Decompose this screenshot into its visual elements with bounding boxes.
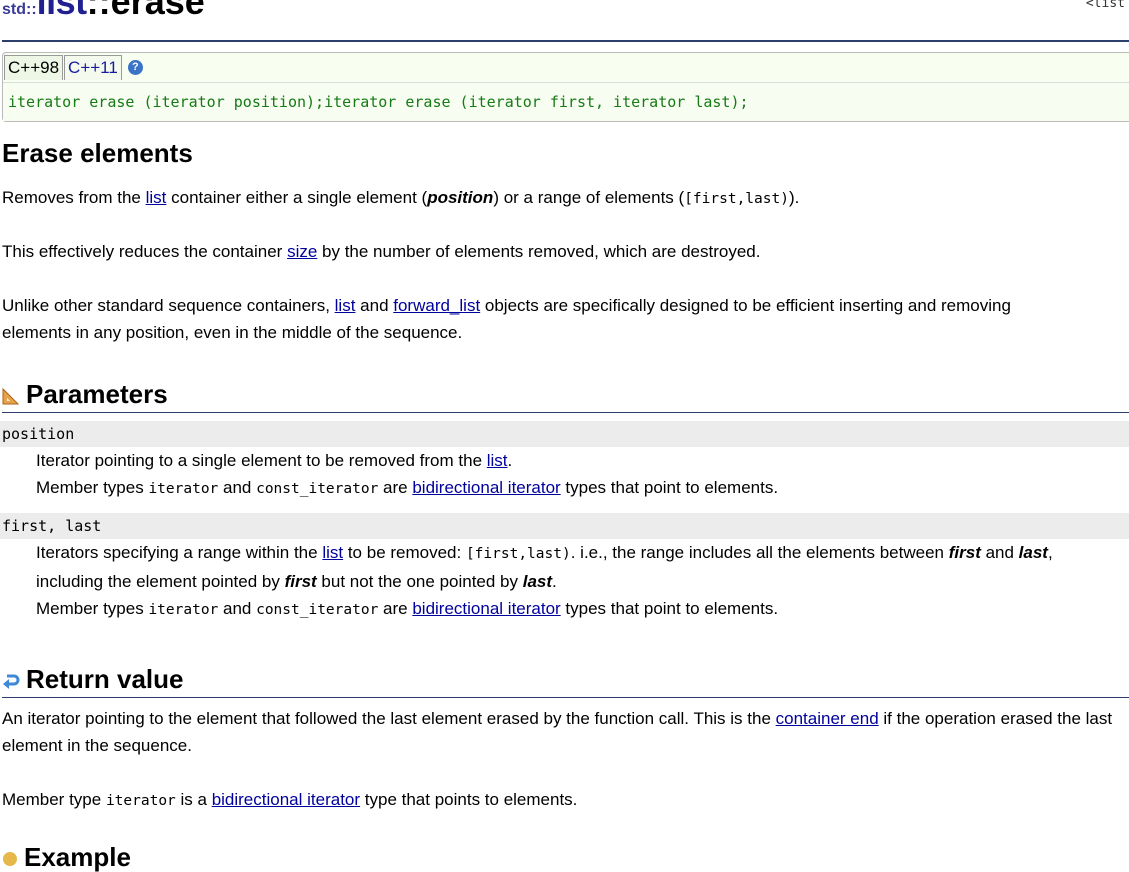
return-arrow-icon [3,674,20,689]
return-value-paragraph-2: Member type iterator is a bidirectional … [2,790,578,809]
description-paragraph-3: Unlike other standard sequence container… [2,296,1011,342]
title-divider [2,40,1129,42]
size-link[interactable]: size [287,242,317,261]
tab-cpp98[interactable]: C++98 [4,54,64,80]
tab-cpp11[interactable]: C++11 [64,54,122,80]
description-heading: Erase elements [2,138,193,168]
param-name-first-last: first, last [0,513,1129,539]
ruler-icon [2,387,20,405]
bidirectional-iterator-link[interactable]: bidirectional iterator [412,599,560,618]
standard-tabs: C++98 C++11 ? [4,54,143,80]
bidirectional-iterator-link[interactable]: bidirectional iterator [212,790,360,809]
parameters-heading: Parameters [2,378,1129,413]
title-container-name: list [36,0,88,22]
page-title: std::list::erase [2,0,1129,40]
list-link[interactable]: list [487,451,508,470]
list-link[interactable]: list [146,188,167,207]
container-end-link[interactable]: container end [776,709,879,728]
declaration-box: C++98 C++11 ? iterator erase (iterator p… [2,52,1129,122]
bidirectional-iterator-link[interactable]: bidirectional iterator [412,478,560,497]
declaration-code: iterator erase (iterator position);itera… [3,82,1129,121]
example-icon [3,852,17,866]
param-desc-first-last: Iterators specifying a range within the … [36,543,1053,618]
question-icon[interactable]: ? [127,59,143,75]
title-function-name: erase [110,0,205,22]
list-link[interactable]: list [335,296,356,315]
forward-list-link[interactable]: forward_list [393,296,480,315]
description-paragraph-1: Removes from the list container either a… [2,188,800,207]
return-value-paragraph-1: An iterator pointing to the element that… [2,709,1113,755]
param-name-position: position [0,421,1129,447]
param-desc-position: Iterator pointing to a single element to… [36,451,779,497]
namespace-label: std:: [2,1,37,18]
example-heading: Example [2,842,131,872]
title-separator: :: [86,0,111,22]
description-paragraph-2: This effectively reduces the container s… [2,242,761,261]
header-include-fragment: <list [1085,0,1125,11]
list-link[interactable]: list [322,543,343,562]
return-value-heading: Return value [2,663,1129,698]
